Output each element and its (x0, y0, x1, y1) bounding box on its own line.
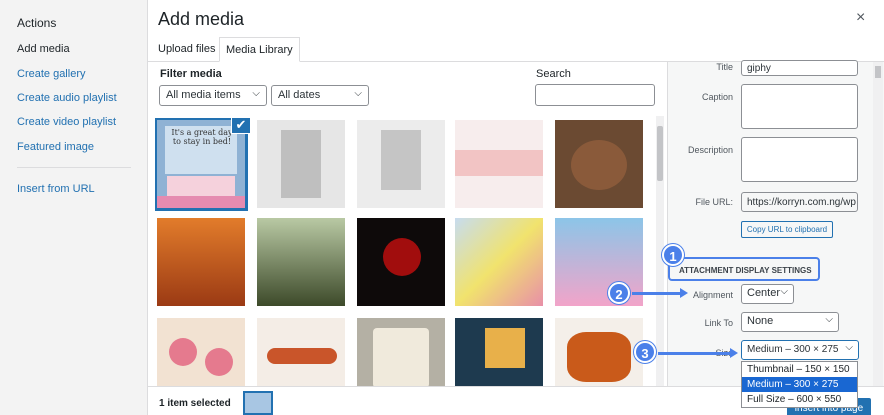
media-grid: It's a great day to stay in bed! ✔ (155, 118, 645, 386)
callout-arrow-2 (632, 288, 688, 298)
modal-title: Add media (158, 9, 245, 29)
media-item-heart-toasts[interactable] (157, 318, 245, 386)
chevron-down-icon: ⌵ (354, 88, 362, 99)
details-scrollbar-thumb[interactable] (875, 66, 881, 78)
heart-toast-graphic (205, 348, 233, 376)
bed-graphic (167, 176, 235, 196)
details-scrollbar[interactable] (873, 62, 883, 386)
media-item-snack-star[interactable] (357, 318, 445, 386)
callout-badge-3: 3 (634, 341, 656, 363)
media-item-red-rose[interactable] (357, 218, 445, 306)
file-url-field[interactable]: https://korryn.com.ng/wp (741, 192, 858, 212)
media-item-forest-road[interactable] (257, 218, 345, 306)
media-item-blurred-1[interactable] (257, 120, 345, 208)
media-item-autumn-trees[interactable] (157, 218, 245, 306)
link-to-select[interactable]: None ⌵ (741, 312, 839, 332)
chevron-down-icon: ⌵ (780, 286, 788, 297)
callout-badge-2: 2 (608, 282, 630, 304)
size-option-full[interactable]: Full Size – 600 × 550 (742, 392, 857, 407)
selected-thumbnail[interactable] (243, 391, 273, 415)
caption-field[interactable] (741, 84, 858, 129)
search-label: Search (536, 68, 571, 80)
sidebar-item-create-audio-playlist[interactable]: Create audio playlist (17, 92, 117, 104)
sidebar-item-add-media[interactable]: Add media (17, 43, 70, 55)
link-to-value: None (747, 315, 774, 327)
heart-toast-graphic (169, 338, 197, 366)
media-type-value: All media items (166, 89, 241, 101)
sidebar-item-create-gallery[interactable]: Create gallery (17, 68, 85, 80)
media-item-wings[interactable] (555, 318, 643, 386)
close-icon[interactable]: × (856, 9, 865, 27)
description-field[interactable] (741, 137, 858, 182)
media-item-blurred-3[interactable] (455, 120, 543, 208)
size-value: Medium – 300 × 275 (747, 344, 839, 355)
cookie-graphic (571, 140, 627, 190)
link-to-label: Link To (704, 318, 733, 328)
size-option-thumbnail[interactable]: Thumbnail – 150 × 150 (742, 362, 857, 377)
alignment-value: Center (747, 287, 781, 299)
checkmark-icon[interactable]: ✔ (231, 118, 251, 134)
blur-block (381, 130, 421, 190)
size-option-medium[interactable]: Medium – 300 × 275 (742, 377, 857, 392)
media-item-giphy[interactable]: It's a great day to stay in bed! ✔ (155, 118, 251, 211)
size-select[interactable]: Medium – 300 × 275 ⌵ (741, 340, 859, 360)
tab-media-library[interactable]: Media Library (219, 37, 300, 62)
sidebar-item-featured-image[interactable]: Featured image (17, 141, 94, 153)
alignment-select[interactable]: Center ⌵ (741, 284, 794, 304)
actions-sidebar: Actions Add media Create gallery Create … (0, 0, 148, 415)
search-input[interactable] (535, 84, 655, 106)
wings-graphic (567, 332, 631, 382)
chevron-down-icon: ⌵ (825, 314, 833, 325)
description-label: Description (687, 145, 733, 155)
sidebar-divider (17, 167, 131, 168)
blanket-graphic (157, 196, 245, 208)
media-item-sausages[interactable] (257, 318, 345, 386)
date-select[interactable]: All dates ⌵ (271, 85, 369, 106)
grid-scrollbar-thumb[interactable] (657, 126, 663, 181)
rose-graphic (383, 238, 421, 276)
chevron-down-icon: ⌵ (252, 88, 260, 99)
caption-label: Caption (701, 92, 733, 102)
copy-url-button[interactable]: Copy URL to clipboard (741, 221, 833, 238)
sidebar-title: Actions (17, 16, 57, 30)
display-settings-heading: ATTACHMENT DISPLAY SETTINGS (679, 266, 812, 275)
fries-graphic (485, 328, 525, 368)
filter-media-label: Filter media (160, 68, 222, 80)
size-dropdown: Thumbnail – 150 × 150 Medium – 300 × 275… (741, 361, 858, 408)
callout-badge-1: 1 (662, 244, 684, 266)
date-value: All dates (278, 89, 321, 101)
chevron-down-icon: ⌵ (845, 342, 853, 353)
media-item-fries[interactable] (455, 318, 543, 386)
media-item-yellow-flowers[interactable] (455, 218, 543, 306)
star-plate-graphic (373, 328, 429, 386)
media-type-select[interactable]: All media items ⌵ (159, 85, 267, 106)
sausage-graphic (267, 348, 337, 364)
file-url-label: File URL: (695, 197, 733, 207)
title-label: Title (716, 62, 733, 72)
title-field[interactable]: giphy (741, 60, 858, 76)
callout-arrow-3 (658, 348, 738, 358)
blur-block (281, 130, 321, 198)
media-item-blurred-2[interactable] (357, 120, 445, 208)
blur-block (455, 150, 543, 176)
tab-upload-files[interactable]: Upload files (152, 37, 221, 62)
sidebar-item-create-video-playlist[interactable]: Create video playlist (17, 116, 116, 128)
selection-count: 1 item selected (159, 398, 231, 409)
sidebar-item-insert-from-url[interactable]: Insert from URL (17, 183, 95, 195)
media-item-cookie[interactable] (555, 120, 643, 208)
media-item-giphy-text: It's a great day to stay in bed! (171, 128, 233, 146)
